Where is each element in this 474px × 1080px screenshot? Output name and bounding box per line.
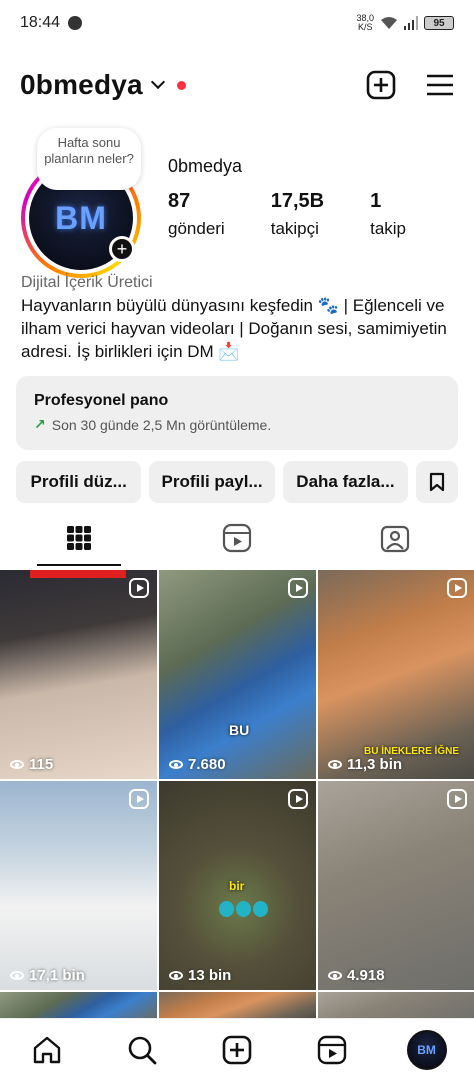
view-count-value: 4.918	[347, 967, 385, 984]
reel-icon	[288, 578, 308, 598]
view-count-value: 11,3 bin	[347, 756, 403, 773]
view-count: 17,1 bin	[10, 967, 85, 984]
view-count: 13 bin	[169, 967, 231, 984]
more-button[interactable]: Daha fazla...	[282, 461, 409, 503]
eggs-image	[219, 901, 268, 917]
grid-post[interactable]: 115	[0, 570, 157, 779]
status-time: 18:44	[20, 14, 61, 31]
grid-post[interactable]: bir 13 bin	[159, 781, 316, 990]
stat-value: 1	[370, 190, 382, 212]
profile-bio: Hayvanların büyülü dünyasını keşfedin 🐾 …	[21, 296, 447, 361]
posts-grid: 115 BU 7.680 BU İNEKLERE İĞNE 11,3 bin 1…	[0, 570, 474, 1022]
note-bubble[interactable]: Hafta sonu planların neler?	[37, 128, 141, 190]
network-speed: 38,0 K/S	[356, 14, 374, 32]
grid-post[interactable]: BU 7.680	[159, 570, 316, 779]
notification-dot	[176, 80, 186, 90]
view-count-value: 115	[29, 756, 54, 773]
dashboard-subtitle-row: ↗ Son 30 günde 2,5 Mn görüntüleme.	[34, 416, 440, 433]
trend-up-icon: ↗	[34, 416, 46, 432]
status-bar: 18:44 38,0 K/S 95	[0, 0, 474, 46]
view-count: 4.918	[328, 967, 385, 984]
grid-post[interactable]: 4.918	[318, 781, 474, 990]
video-caption-overlay: bir	[229, 879, 245, 893]
account-switcher-username[interactable]: 0bmedya	[20, 69, 143, 101]
view-count-value: 13 bin	[188, 967, 232, 984]
video-banner	[30, 570, 126, 578]
stat-following[interactable]: 1 takip	[370, 190, 406, 239]
message-notification-icon	[68, 16, 83, 30]
reel-icon	[447, 578, 467, 598]
view-count-value: 7.680	[188, 756, 226, 773]
profile-stats: 87 gönderi 17,5B takipçi 1 takip	[168, 190, 452, 239]
nav-create[interactable]	[213, 1026, 261, 1074]
reels-icon	[222, 523, 252, 553]
chevron-down-icon[interactable]	[150, 74, 165, 90]
nav-home[interactable]	[23, 1026, 71, 1074]
header-actions	[366, 70, 454, 100]
eye-icon	[169, 971, 183, 980]
eye-icon	[328, 760, 342, 769]
reel-icon	[129, 578, 149, 598]
bookmark-icon	[429, 472, 445, 492]
bottom-navigation: BM	[0, 1018, 474, 1080]
view-count: 115	[10, 756, 53, 773]
eye-icon	[10, 760, 24, 769]
share-profile-button[interactable]: Profili payl...	[149, 461, 275, 503]
tab-posts-grid[interactable]	[0, 510, 158, 566]
speed-unit: K/S	[357, 22, 373, 32]
grid-icon	[67, 526, 91, 550]
eye-icon	[328, 971, 342, 980]
view-count-value: 17,1 bin	[29, 967, 85, 984]
signal-icon	[404, 16, 418, 30]
stat-label: takipçi	[270, 219, 319, 238]
profile-avatar-icon: BM	[406, 1029, 447, 1070]
reels-icon	[317, 1035, 346, 1064]
create-icon	[222, 1035, 252, 1064]
stat-value: 87	[168, 190, 191, 212]
view-count: 7.680	[169, 756, 226, 773]
nav-reels[interactable]	[308, 1026, 356, 1074]
wifi-icon	[381, 17, 397, 29]
nav-search[interactable]	[118, 1026, 166, 1074]
create-post-icon[interactable]	[366, 70, 396, 100]
reel-icon	[288, 789, 308, 809]
stat-value: 17,5B	[270, 190, 325, 212]
dashboard-subtitle: Son 30 günde 2,5 Mn görüntüleme.	[51, 416, 272, 433]
grid-post[interactable]: BU İNEKLERE İĞNE 11,3 bin	[318, 570, 474, 779]
reel-icon	[447, 789, 467, 809]
status-right: 38,0 K/S 95	[356, 14, 454, 32]
eye-icon	[169, 760, 183, 769]
nav-profile[interactable]: BM	[403, 1026, 451, 1074]
dashboard-title: Profesyonel pano	[34, 392, 169, 409]
saved-button[interactable]	[416, 461, 458, 503]
grid-post[interactable]: 17,1 bin	[0, 781, 157, 990]
stat-followers[interactable]: 17,5B takipçi	[271, 190, 324, 239]
home-icon	[34, 1036, 61, 1063]
tab-reels[interactable]	[158, 510, 316, 566]
battery-indicator: 95	[424, 16, 454, 30]
edit-profile-button[interactable]: Profili düz...	[16, 461, 142, 503]
professional-dashboard-card[interactable]: Profesyonel pano ↗ Son 30 günde 2,5 Mn g…	[16, 376, 458, 450]
tagged-person-icon	[380, 525, 410, 553]
tab-tagged[interactable]	[316, 510, 474, 566]
search-icon	[128, 1036, 157, 1064]
profile-category: Dijital İçerik Üretici	[21, 274, 153, 291]
stat-label: gönderi	[168, 219, 225, 238]
eye-icon	[10, 971, 24, 980]
profile-name: 0bmedya	[168, 156, 243, 176]
menu-icon[interactable]	[426, 73, 454, 97]
profile-tabs	[0, 510, 474, 566]
profile-header: 0bmedya	[20, 60, 454, 110]
reel-icon	[129, 789, 149, 809]
stat-posts[interactable]: 87 gönderi	[168, 190, 225, 239]
stat-label: takip	[370, 219, 407, 238]
video-caption-overlay: BU	[229, 722, 250, 738]
add-story-plus-icon[interactable]: +	[109, 236, 135, 262]
profile-action-buttons: Profili düz... Profili payl... Daha fazl…	[16, 461, 458, 503]
view-count: 11,3 bin	[328, 756, 402, 773]
